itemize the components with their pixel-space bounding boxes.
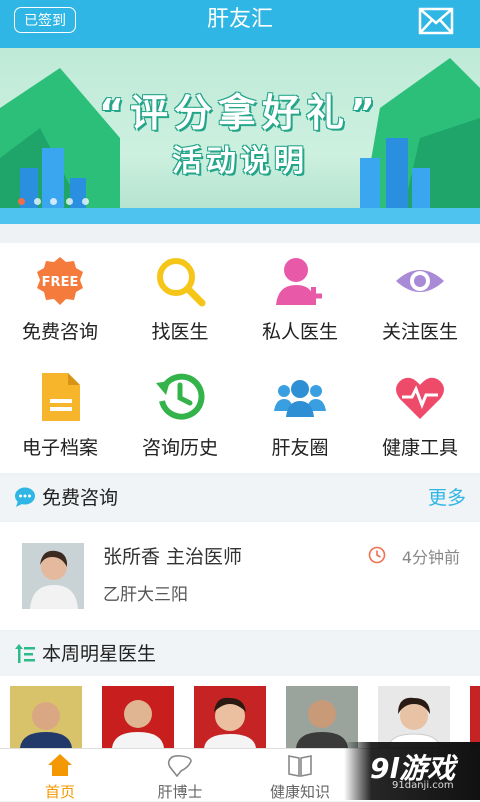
section-title: 免费咨询 — [42, 487, 119, 509]
nav-label: 健康知识 — [269, 783, 330, 801]
free-consult-section-header: 免费咨询 更多 — [0, 476, 480, 520]
grid-label: 免费咨询 — [21, 321, 98, 343]
star-doctor-photo[interactable] — [194, 686, 266, 748]
grid-item-health-tools[interactable]: 健康工具 — [360, 359, 480, 471]
document-icon — [42, 373, 80, 421]
more-link[interactable]: 更多 — [428, 476, 466, 520]
home-icon — [48, 754, 72, 776]
clock-icon — [368, 546, 386, 564]
group-icon — [274, 380, 326, 417]
doctor-avatar — [22, 543, 84, 609]
eye-icon — [396, 270, 444, 292]
banner-pager — [18, 198, 89, 205]
pager-dot[interactable] — [82, 198, 89, 205]
grid-label: 找医生 — [151, 321, 209, 343]
consult-card[interactable]: 张所香 主治医师 乙肝大三阳 4分钟前 — [0, 522, 480, 630]
star-doctor-photo[interactable] — [102, 686, 174, 748]
nav-liver-doctor[interactable]: 肝博士 — [120, 749, 240, 801]
grid-item-follow-doctor[interactable]: 关注医生 — [360, 243, 480, 355]
magnifier-icon — [157, 258, 206, 307]
watermark-url: 91danji.com — [392, 780, 454, 791]
add-person-icon — [276, 258, 322, 305]
site-watermark: 9l游戏 91danji.com — [344, 742, 480, 800]
history-clock-icon — [156, 373, 205, 420]
free-badge-text: FREE — [42, 275, 79, 290]
heart-pulse-icon — [396, 377, 444, 419]
nav-label: 肝博士 — [157, 783, 203, 801]
grid-item-find-doctor[interactable]: 找医生 — [120, 243, 240, 355]
ranking-icon — [15, 644, 35, 663]
banner-subheadline: 活动说明 — [172, 144, 308, 179]
nav-home[interactable]: 首页 — [0, 749, 120, 801]
doctor-name-title: 张所香 主治医师 — [103, 546, 243, 568]
app-title: 肝友汇 — [206, 7, 273, 32]
section-title: 本周明星医生 — [42, 643, 157, 665]
grid-label: 咨询历史 — [141, 437, 218, 459]
star-doctor-photo[interactable] — [378, 686, 450, 748]
liver-icon — [167, 755, 192, 777]
pager-dot[interactable] — [18, 198, 25, 205]
grid-label: 健康工具 — [381, 437, 458, 459]
star-doctor-photo[interactable] — [286, 686, 358, 748]
book-icon — [288, 755, 312, 777]
grid-label: 肝友圈 — [271, 437, 329, 459]
promo-banner[interactable]: “评分拿好礼” 活动说明 — [0, 48, 480, 224]
grid-label: 私人医生 — [261, 321, 338, 343]
nav-label: 首页 — [44, 783, 75, 801]
star-doctors-section-header: 本周明星医生 — [0, 632, 480, 676]
grid-item-consult-history[interactable]: 咨询历史 — [120, 359, 240, 471]
star-doctor-photo[interactable] — [10, 686, 82, 748]
banner-headline: “评分拿好礼” — [99, 91, 381, 135]
star-doctor-photo[interactable] — [470, 686, 480, 748]
grid-label: 电子档案 — [21, 437, 98, 459]
function-grid: FREE 免费咨询 找医生 私人医生 关注医生 电子档案 咨询历史 肝友圈 健康… — [0, 243, 480, 473]
mail-icon[interactable] — [418, 6, 454, 36]
free-icon: FREE — [37, 257, 83, 305]
star-doctors-row — [0, 676, 480, 748]
posted-time: 4分钟前 — [401, 548, 460, 567]
grid-item-liver-circle[interactable]: 肝友圈 — [240, 359, 360, 471]
grid-item-free-consult[interactable]: FREE 免费咨询 — [0, 243, 120, 355]
nav-health-knowledge[interactable]: 健康知识 — [240, 749, 360, 801]
grid-label: 关注医生 — [381, 321, 458, 343]
grid-item-e-records[interactable]: 电子档案 — [0, 359, 120, 471]
pager-dot[interactable] — [66, 198, 73, 205]
disease-label: 乙肝大三阳 — [103, 585, 188, 605]
pager-dot[interactable] — [34, 198, 41, 205]
chat-bubble-icon — [15, 487, 35, 507]
pager-dot[interactable] — [50, 198, 57, 205]
top-bar: 已签到 肝友汇 — [0, 0, 480, 48]
grid-item-private-doctor[interactable]: 私人医生 — [240, 243, 360, 355]
